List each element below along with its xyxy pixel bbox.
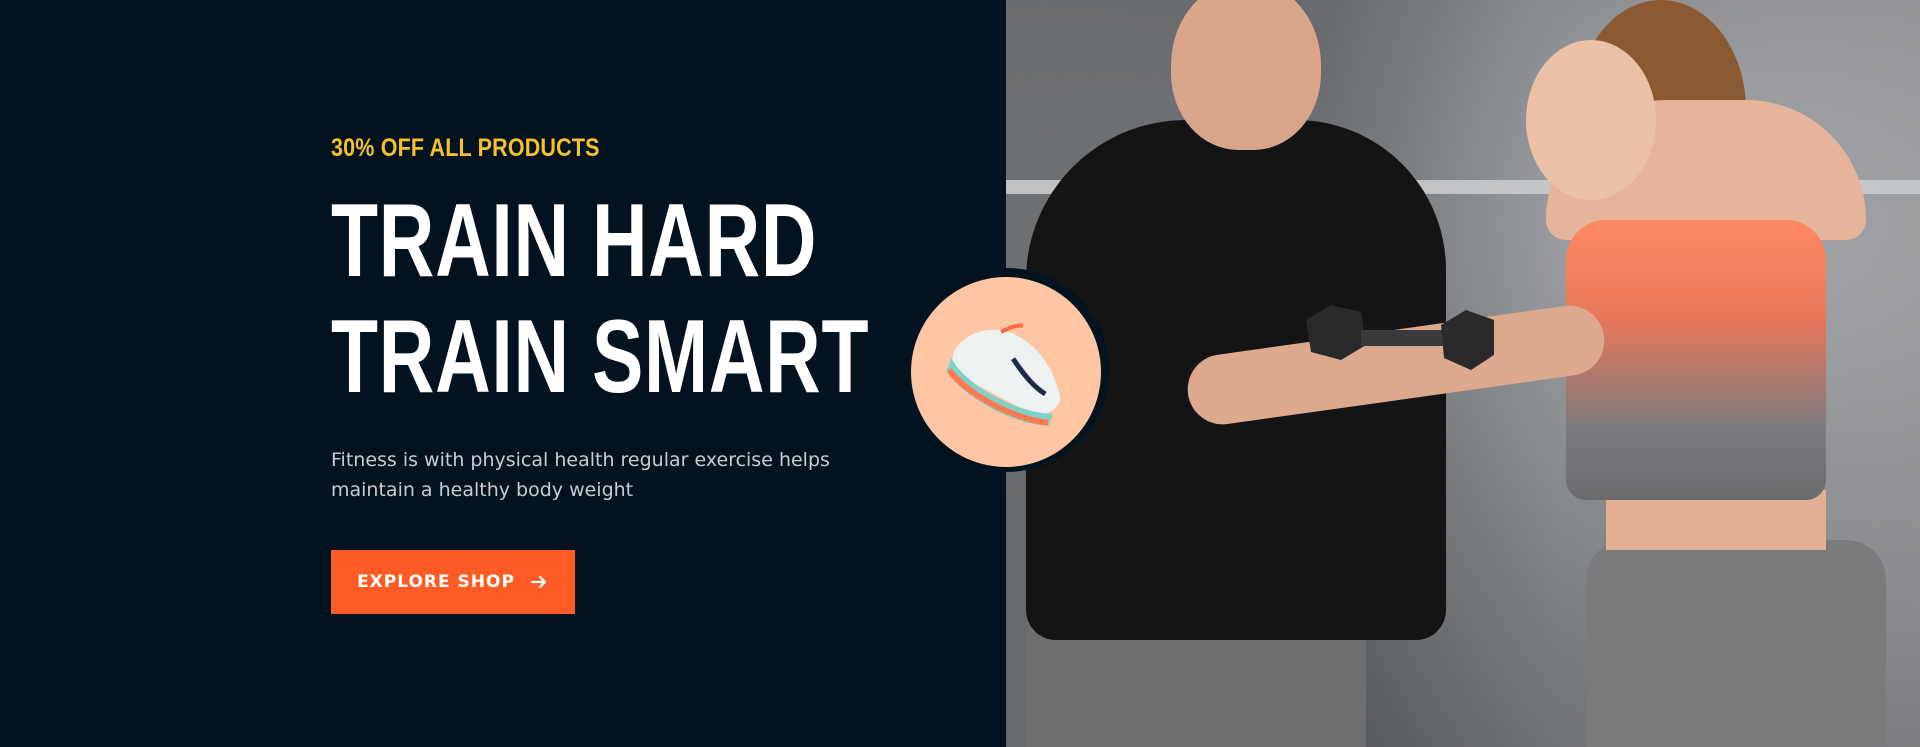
hero-content: 30% OFF ALL PRODUCTS TRAIN HARD TRAIN SM… <box>331 131 891 505</box>
hero-description: Fitness is with physical health regular … <box>331 449 830 501</box>
woman-leggings <box>1586 540 1886 747</box>
headline-line-1: TRAIN HARD <box>331 183 818 299</box>
headline-line-2: TRAIN SMART <box>331 299 870 415</box>
dumbbell-icon <box>1306 305 1494 370</box>
trainer-head <box>1171 0 1321 150</box>
running-shoe-icon <box>946 323 1061 426</box>
woman-sports-bra <box>1566 220 1826 500</box>
hero-banner: 30% OFF ALL PRODUCTS TRAIN HARD TRAIN SM… <box>0 0 1920 747</box>
explore-shop-button[interactable]: EXPLORE SHOP <box>331 550 575 614</box>
arrow-right-icon <box>529 572 549 592</box>
explore-shop-label: EXPLORE SHOP <box>357 572 515 592</box>
hero-headline: TRAIN HARD TRAIN SMART <box>331 183 891 415</box>
hero-photo <box>1006 0 1920 747</box>
promo-eyebrow: 30% OFF ALL PRODUCTS <box>331 134 600 162</box>
woman-head <box>1526 40 1656 200</box>
product-thumbnail[interactable] <box>911 277 1101 467</box>
